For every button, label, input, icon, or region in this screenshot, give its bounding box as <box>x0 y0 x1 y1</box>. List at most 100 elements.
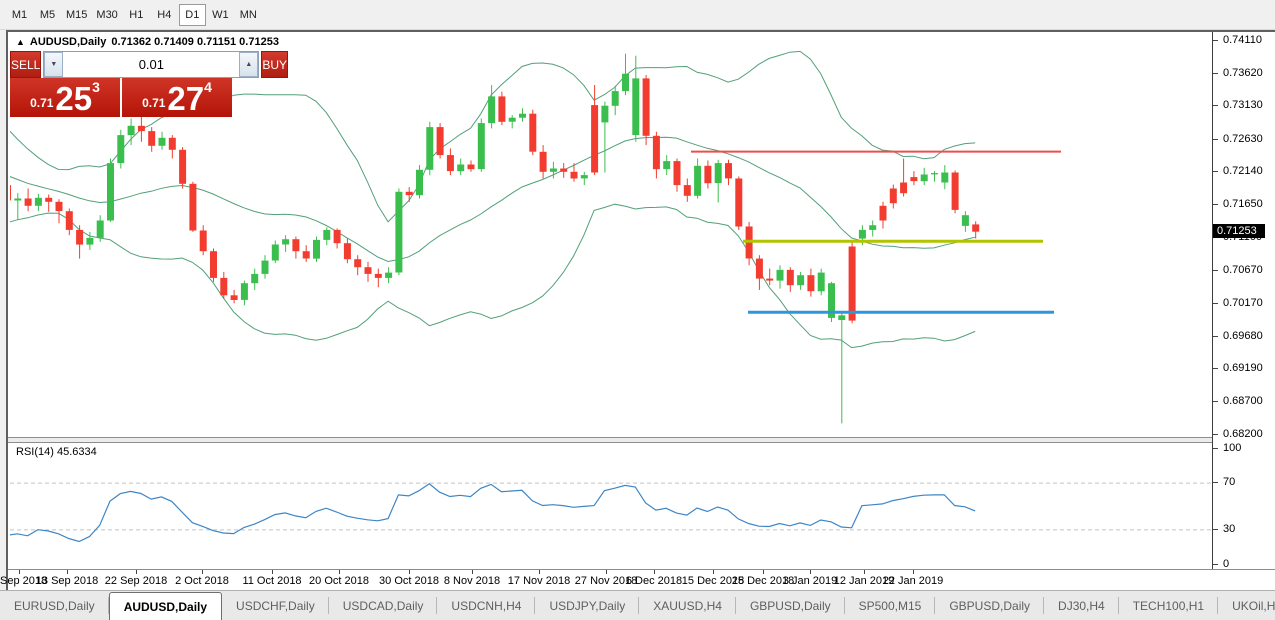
timeframe-button-h4[interactable]: H4 <box>151 4 178 26</box>
price-axis-label: 0.71650 <box>1223 198 1263 210</box>
chart-direction-icon: ▲ <box>16 37 25 47</box>
date-tick <box>202 570 203 574</box>
date-tick <box>763 570 764 574</box>
volume-input[interactable] <box>63 52 239 77</box>
chart-tab-sp500-m15[interactable]: SP500,M15 <box>845 591 936 620</box>
scale-tick <box>1213 73 1218 74</box>
date-tick <box>67 570 68 574</box>
price-axis-label: 0.68700 <box>1223 395 1263 407</box>
buy-price-main: 27 <box>167 84 204 114</box>
price-axis-label: 0.68200 <box>1223 428 1263 440</box>
chart-tab-gbpusd-daily[interactable]: GBPUSD,Daily <box>736 591 845 620</box>
timeframe-button-m5[interactable]: M5 <box>34 4 61 26</box>
candle <box>117 130 124 169</box>
candle <box>426 122 433 175</box>
date-tick <box>409 570 410 574</box>
buy-price-box[interactable]: 0.71 27 4 <box>122 78 232 117</box>
timeframe-button-m1[interactable]: M1 <box>6 4 33 26</box>
chart-tab-audusd-daily[interactable]: AUDUSD,Daily <box>109 592 222 620</box>
candle <box>107 159 114 222</box>
buy-button[interactable]: BUY <box>261 51 288 78</box>
chart-tab-gbpusd-daily[interactable]: GBPUSD,Daily <box>935 591 1044 620</box>
candle <box>797 272 804 290</box>
candle <box>241 281 248 306</box>
scale-tick <box>1213 401 1218 402</box>
date-axis-label: 22 Sep 2018 <box>105 575 167 587</box>
ohlc-values: 0.71362 0.71409 0.71151 0.71253 <box>111 36 279 48</box>
date-tick <box>810 570 811 574</box>
chart-tab-usdjpy-daily[interactable]: USDJPY,Daily <box>535 591 639 620</box>
volume-decrease-icon[interactable]: ▼ <box>44 52 63 77</box>
chart-tab-bar: EURUSD,DailyAUDUSD,DailyUSDCHF,DailyUSDC… <box>0 590 1275 620</box>
chart-tab-usdchf-daily[interactable]: USDCHF,Daily <box>222 591 329 620</box>
timeframe-toolbar: M1M5M15M30H1H4D1W1MN <box>0 0 1275 30</box>
rsi-chart <box>10 443 1212 569</box>
candle <box>807 269 814 297</box>
candle <box>179 147 186 188</box>
candle <box>189 182 196 232</box>
candle <box>746 222 753 265</box>
candle <box>766 269 773 286</box>
candle <box>663 155 670 175</box>
symbol-title: ▲ AUDUSD,Daily 0.71362 0.71409 0.71151 0… <box>16 36 279 48</box>
chart-window[interactable]: ▲ AUDUSD,Daily 0.71362 0.71409 0.71151 0… <box>6 30 1275 590</box>
candle <box>251 269 258 290</box>
candle <box>45 195 52 212</box>
timeframe-button-d1[interactable]: D1 <box>179 4 206 26</box>
date-tick <box>136 570 137 574</box>
candle <box>910 171 917 185</box>
date-axis[interactable]: 4 Sep 201813 Sep 201822 Sep 20182 Oct 20… <box>8 570 1275 592</box>
sell-button[interactable]: SELL <box>10 51 41 78</box>
rsi-indicator-label: RSI(14) 45.6334 <box>16 446 97 458</box>
rsi-indicator-canvas[interactable] <box>10 443 1212 569</box>
candle <box>952 171 959 214</box>
buy-price-prefix: 0.71 <box>142 96 165 110</box>
price-axis-label: 0.69680 <box>1223 330 1263 342</box>
timeframe-button-h1[interactable]: H1 <box>123 4 150 26</box>
timeframe-button-m30[interactable]: M30 <box>92 4 121 26</box>
price-axis-label: 0.70670 <box>1223 264 1263 276</box>
candle <box>622 54 629 95</box>
scale-tick <box>1213 368 1218 369</box>
candle <box>35 194 42 211</box>
chart-tab-xauusd-h4[interactable]: XAUUSD,H4 <box>639 591 736 620</box>
date-tick <box>272 570 273 574</box>
current-price-badge: 0.71253 <box>1213 224 1265 238</box>
scale-tick <box>1213 40 1218 41</box>
candle <box>437 123 444 158</box>
chart-tab-tech100-h1[interactable]: TECH100,H1 <box>1119 591 1218 620</box>
candle <box>200 225 207 255</box>
chart-tab-eurusd-daily[interactable]: EURUSD,Daily <box>0 591 109 620</box>
chart-tab-usdcad-daily[interactable]: USDCAD,Daily <box>329 591 438 620</box>
chart-tab-dj30-h4[interactable]: DJ30,H4 <box>1044 591 1119 620</box>
candle <box>97 215 104 242</box>
candle <box>684 179 691 202</box>
timeframe-button-w1[interactable]: W1 <box>207 4 234 26</box>
date-axis-label: 17 Nov 2018 <box>508 575 570 587</box>
timeframe-button-m15[interactable]: M15 <box>62 4 91 26</box>
volume-increase-icon[interactable]: ▲ <box>239 52 258 77</box>
candle <box>880 202 887 229</box>
chart-tab-usdcnh-h4[interactable]: USDCNH,H4 <box>437 591 535 620</box>
mt4-window: M1M5M15M30H1H4D1W1MN ▲ AUDUSD,Daily 0.71… <box>0 0 1275 620</box>
candle <box>838 311 845 423</box>
date-tick <box>472 570 473 574</box>
timeframe-button-mn[interactable]: MN <box>235 4 262 26</box>
date-axis-label: 30 Oct 2018 <box>379 575 439 587</box>
bollinger-lower-band <box>10 204 975 347</box>
scale-tick <box>1213 204 1218 205</box>
date-axis-label: 11 Oct 2018 <box>242 575 301 587</box>
candle <box>498 92 505 125</box>
chart-tab-ukoil-h1[interactable]: UKOil,H1 <box>1218 591 1275 620</box>
price-axis-label: 0.73620 <box>1223 67 1263 79</box>
rsi-axis-label: 70 <box>1223 476 1235 488</box>
candle <box>447 148 454 175</box>
sell-price-box[interactable]: 0.71 25 3 <box>10 78 120 117</box>
candle <box>272 241 279 264</box>
price-scale[interactable]: 0.741100.736200.731300.726300.721400.716… <box>1213 32 1275 570</box>
candle <box>56 199 63 223</box>
candle <box>529 110 536 155</box>
candle <box>375 269 382 288</box>
candle <box>220 272 227 299</box>
sell-price-prefix: 0.71 <box>30 96 53 110</box>
